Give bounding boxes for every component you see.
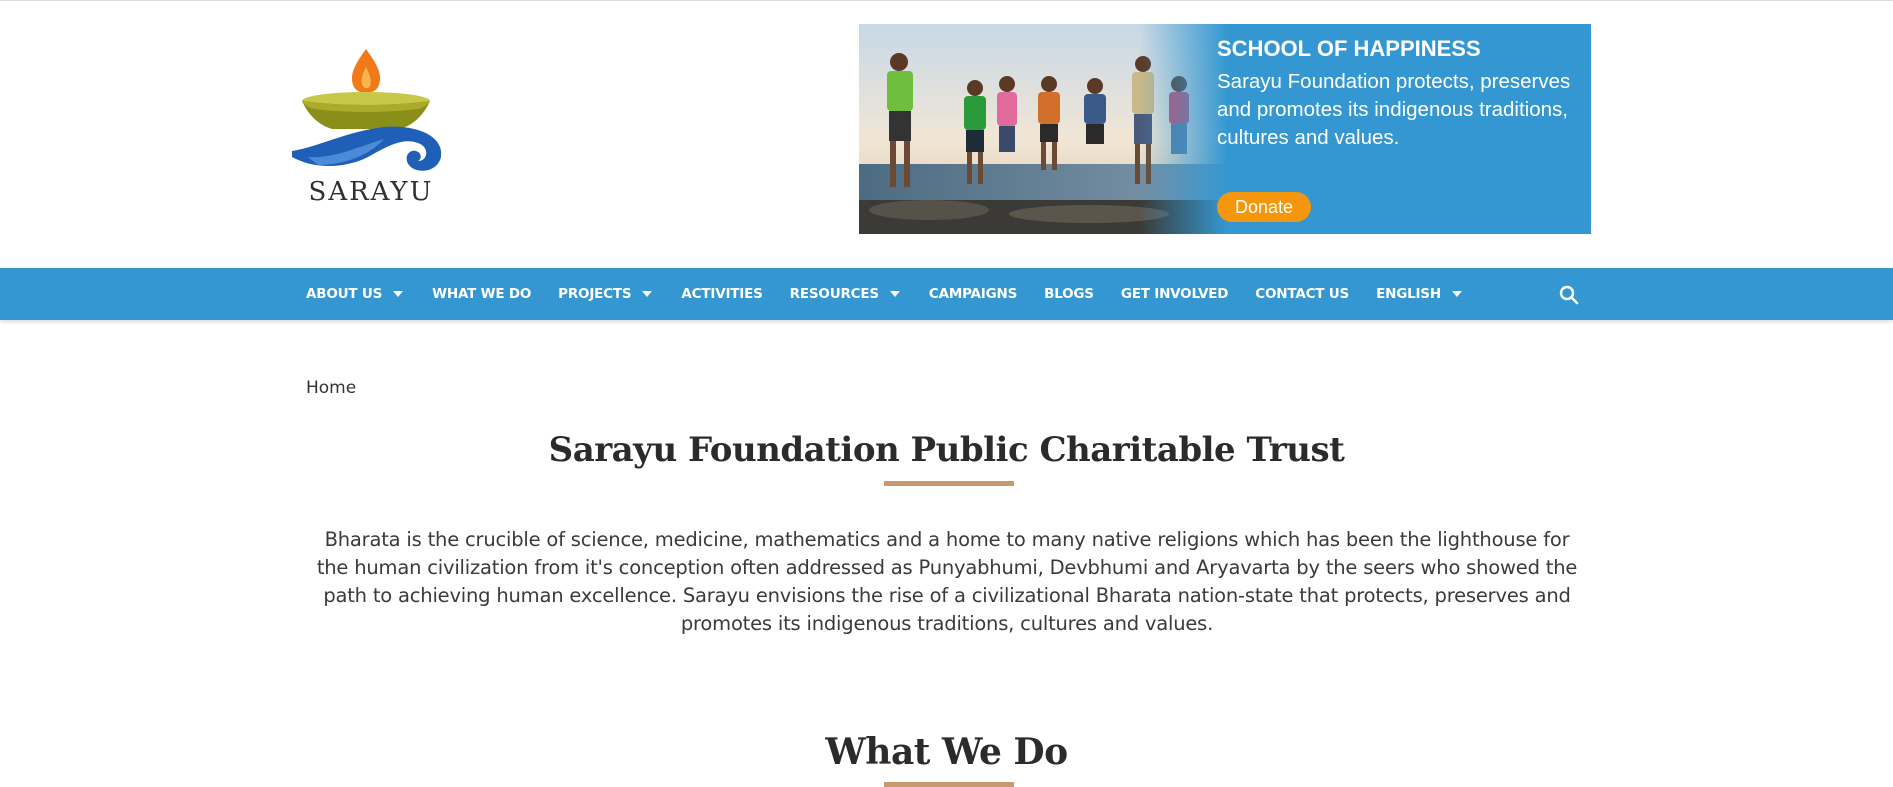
intro-paragraph: Bharata is the crucible of science, medi… — [316, 528, 1578, 635]
section-divider — [884, 782, 1014, 787]
nav-item-about-us[interactable]: ABOUT US — [306, 286, 405, 302]
caret-down-icon — [642, 291, 653, 297]
nav-item-activities[interactable]: ACTIVITIES — [681, 286, 762, 302]
nav-item-label: CONTACT US — [1255, 286, 1350, 302]
caret-down-icon — [393, 291, 404, 297]
nav-item-label: CAMPAIGNS — [928, 286, 1018, 302]
breadcrumb-home[interactable]: Home — [306, 378, 356, 398]
nav-items: ABOUT US WHAT WE DO PROJECTS ACTIVITIES … — [306, 268, 1491, 320]
top-border — [0, 0, 1893, 1]
nav-item-projects[interactable]: PROJECTS — [558, 286, 654, 302]
site-logo[interactable]: SARAYU — [288, 47, 450, 207]
diya-logo-icon — [292, 49, 442, 171]
nav-item-label: WHAT WE DO — [432, 286, 532, 302]
nav-item-what-we-do[interactable]: WHAT WE DO — [432, 286, 531, 302]
nav-item-label: ACTIVITIES — [681, 286, 763, 302]
children-jumping-photo — [859, 24, 1227, 234]
banner-title: SCHOOL OF HAPPINESS — [1217, 36, 1481, 61]
nav-item-label: BLOGS — [1044, 286, 1094, 302]
nav-item-get-involved[interactable]: GET INVOLVED — [1120, 286, 1229, 302]
nav-item-label: ENGLISH — [1376, 286, 1441, 302]
nav-item-resources[interactable]: RESOURCES — [790, 286, 902, 302]
search-icon[interactable] — [1558, 284, 1580, 306]
main-nav: ABOUT US WHAT WE DO PROJECTS ACTIVITIES … — [0, 268, 1893, 320]
page-title: Sarayu Foundation Public Charitable Trus… — [548, 430, 1345, 470]
promo-banner[interactable]: SCHOOL OF HAPPINESS Sarayu Foundation pr… — [859, 24, 1591, 234]
donate-button[interactable]: Donate — [1217, 192, 1311, 222]
nav-item-label: GET INVOLVED — [1120, 286, 1229, 302]
nav-item-label: PROJECTS — [558, 286, 632, 302]
logo-text: SARAYU — [308, 177, 434, 207]
caret-down-icon — [1451, 291, 1462, 297]
caret-down-icon — [889, 291, 900, 297]
nav-item-label: RESOURCES — [789, 286, 879, 302]
nav-item-label: ABOUT US — [306, 286, 383, 302]
banner-text: Sarayu Foundation protects, preserves an… — [1217, 70, 1571, 149]
nav-item-contact-us[interactable]: CONTACT US — [1255, 286, 1349, 302]
nav-item-language[interactable]: ENGLISH — [1376, 286, 1464, 302]
nav-item-blogs[interactable]: BLOGS — [1044, 286, 1094, 302]
section-title-what-we-do: What We Do — [825, 731, 1068, 773]
title-divider — [884, 481, 1014, 486]
nav-item-campaigns[interactable]: CAMPAIGNS — [929, 286, 1017, 302]
